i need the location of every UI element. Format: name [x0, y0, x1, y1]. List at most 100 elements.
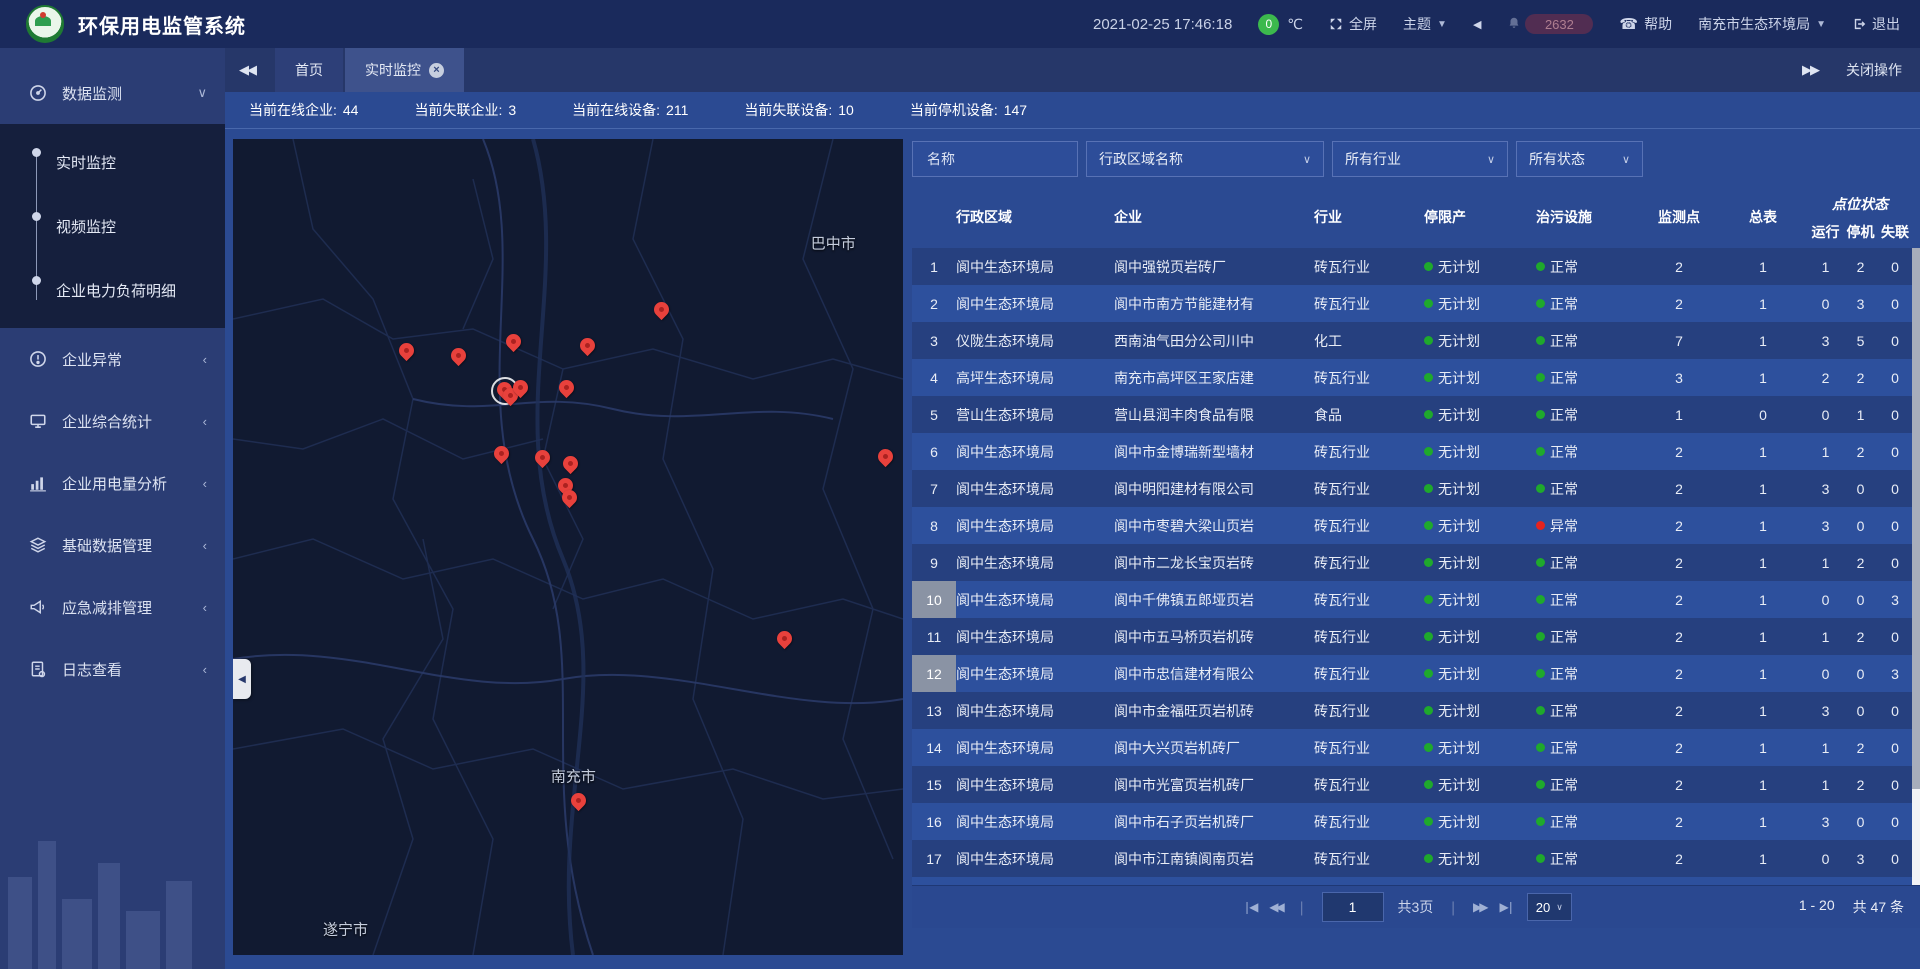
row-facility-text: 正常 [1550, 849, 1578, 869]
map-marker-shape [559, 487, 580, 508]
page-number-input[interactable] [1322, 892, 1384, 922]
table-header-cell: 停限产 [1424, 186, 1536, 248]
chart-icon [28, 474, 48, 492]
map-marker-pin[interactable] [563, 456, 579, 472]
sidebar-section-button[interactable]: 企业异常‹ [0, 328, 225, 390]
table-row[interactable]: 6阆中生态环境局阆中市金博瑞新型墙材砖瓦行业无计划正常21120 [912, 433, 1920, 470]
org-dropdown[interactable]: 南充市生态环境局 ▼ [1698, 14, 1826, 34]
stat-label: 当前失联企业: [414, 102, 502, 118]
table-row[interactable]: 15阆中生态环境局阆中市光富页岩机砖厂砖瓦行业无计划正常21120 [912, 766, 1920, 803]
close-operations-dropdown[interactable]: 关闭操作 [1846, 60, 1902, 80]
map-marker-pin[interactable] [451, 348, 467, 364]
last-page-button[interactable]: ▶❘ [1500, 900, 1513, 914]
sidebar-subitem-button[interactable]: 视频监控 [0, 194, 225, 258]
row-limit-text: 无计划 [1438, 516, 1480, 536]
tab-item[interactable]: 首页 [275, 48, 343, 92]
sidebar-section-button[interactable]: 企业综合统计‹ [0, 390, 225, 452]
collapse-announcement-button[interactable]: ◀ [1473, 18, 1481, 31]
chevron-down-icon: ∨ [1622, 153, 1630, 166]
row-limit-cell: 无计划 [1424, 729, 1536, 766]
map-marker-pin[interactable] [878, 449, 894, 465]
table-row[interactable]: 7阆中生态环境局阆中明阳建材有限公司砖瓦行业无计划正常21300 [912, 470, 1920, 507]
tab-close-icon[interactable]: × [429, 63, 444, 78]
map-marker-pin[interactable] [777, 631, 793, 647]
table-row[interactable]: 14阆中生态环境局阆中大兴页岩机砖厂砖瓦行业无计划正常21120 [912, 729, 1920, 766]
row-lost-cell: 0 [1878, 840, 1912, 877]
row-industry-cell: 砖瓦行业 [1314, 470, 1424, 507]
sidebar-section-button[interactable]: 基础数据管理‹ [0, 514, 225, 576]
table-row[interactable]: 1阆中生态环境局阆中强锐页岩砖厂砖瓦行业无计划正常21120 [912, 248, 1920, 285]
map-marker-pin[interactable] [571, 793, 587, 809]
page-size-select[interactable]: 20 ∨ [1527, 893, 1572, 921]
map-marker-pin[interactable] [562, 490, 578, 506]
status-dot-green-icon [1536, 669, 1545, 678]
map-marker-pin[interactable] [580, 338, 596, 354]
table-row[interactable]: 11阆中生态环境局阆中市五马桥页岩机砖砖瓦行业无计划正常21120 [912, 618, 1920, 655]
sidebar-section-button[interactable]: 日志查看‹ [0, 638, 225, 700]
row-limit-text: 无计划 [1438, 368, 1480, 388]
region-filter-value: 行政区域名称 [1099, 149, 1183, 169]
table-row[interactable]: 13阆中生态环境局阆中市金福旺页岩机砖砖瓦行业无计划正常21300 [912, 692, 1920, 729]
map-marker-pin[interactable] [535, 450, 551, 466]
row-meter-cell: 1 [1718, 729, 1808, 766]
table-row[interactable]: 8阆中生态环境局阆中市枣碧大梁山页岩砖瓦行业无计划异常21300 [912, 507, 1920, 544]
map-marker-pin[interactable] [654, 302, 670, 318]
status-dot-green-icon [1424, 336, 1433, 345]
region-filter-select[interactable]: 行政区域名称 ∨ [1086, 141, 1324, 177]
map-marker-pin[interactable] [399, 343, 415, 359]
industry-filter-select[interactable]: 所有行业 ∨ [1332, 141, 1508, 177]
map-marker-pin[interactable] [506, 334, 522, 350]
sidebar-collapse-handle[interactable]: ◀ [233, 659, 251, 699]
table-row[interactable]: 17阆中生态环境局阆中市江南镇阆南页岩砖瓦行业无计划正常21030 [912, 840, 1920, 877]
temperature-badge: 0 [1258, 14, 1279, 35]
table-row[interactable]: 10阆中生态环境局阆中千佛镇五郎垭页岩砖瓦行业无计划正常21003 [912, 581, 1920, 618]
sidebar-section-button[interactable]: 企业用电量分析‹ [0, 452, 225, 514]
row-industry-cell: 砖瓦行业 [1314, 285, 1424, 322]
sidebar-section-button[interactable]: 应急减排管理‹ [0, 576, 225, 638]
fullscreen-button[interactable]: 全屏 [1329, 14, 1377, 34]
sidebar-subitem-button[interactable]: 实时监控 [0, 130, 225, 194]
phone-icon: ☎ [1619, 15, 1638, 33]
sidebar-section-button[interactable]: 数据监测∨ [0, 62, 225, 124]
table-row[interactable]: 4高坪生态环境局南充市高坪区王家店建砖瓦行业无计划正常31220 [912, 359, 1920, 396]
table-row[interactable]: 12阆中生态环境局阆中市忠信建材有限公砖瓦行业无计划正常21003 [912, 655, 1920, 692]
status-filter-select[interactable]: 所有状态 ∨ [1516, 141, 1643, 177]
row-industry-cell: 化工 [1314, 877, 1424, 885]
theme-dropdown[interactable]: 主题 ▼ [1403, 14, 1447, 34]
table-scrollbar-thumb[interactable] [1912, 248, 1920, 789]
row-stopped-cell: 2 [1843, 433, 1878, 470]
tab-active[interactable]: 实时监控× [345, 48, 464, 92]
sidebar-subitem-button[interactable]: 企业电力负荷明细 [0, 258, 225, 322]
table-header-cell: 企业 [1114, 186, 1314, 248]
sidebar-submenu: 实时监控视频监控企业电力负荷明细 [0, 124, 225, 328]
table-row[interactable]: 18南部生态环境局南部县砖瓦建材有限公化工无计划正常20020 [912, 877, 1920, 885]
prev-page-button[interactable]: ◀◀ [1269, 900, 1281, 914]
row-limit-cell: 无计划 [1424, 692, 1536, 729]
first-page-button[interactable]: ❘◀ [1242, 900, 1255, 914]
table-row[interactable]: 16阆中生态环境局阆中市石子页岩机砖厂砖瓦行业无计划正常21300 [912, 803, 1920, 840]
row-monitor-cell: 2 [1640, 248, 1718, 285]
tabs-scroll-left-button[interactable]: ◀◀ [225, 62, 269, 78]
map-marker-pin[interactable] [559, 380, 575, 396]
table-row[interactable]: 2阆中生态环境局阆中市南方节能建材有砖瓦行业无计划正常21030 [912, 285, 1920, 322]
table-row[interactable]: 9阆中生态环境局阆中市二龙长宝页岩砖砖瓦行业无计划正常21120 [912, 544, 1920, 581]
next-page-button[interactable]: ▶▶ [1473, 900, 1485, 914]
row-meter-cell: 0 [1718, 877, 1808, 885]
table-scrollbar[interactable] [1912, 248, 1920, 885]
name-filter-input[interactable] [925, 150, 1065, 168]
status-dot-green-icon [1424, 262, 1433, 271]
row-region-cell: 阆中生态环境局 [956, 655, 1114, 692]
sidebar: 数据监测∨实时监控视频监控企业电力负荷明细企业异常‹企业综合统计‹企业用电量分析… [0, 48, 225, 969]
map-marker-pin[interactable] [494, 446, 510, 462]
tabs-scroll-right-button[interactable]: ▶▶ [1788, 62, 1832, 78]
table-row[interactable]: 5营山生态环境局营山县润丰肉食品有限食品无计划正常10010 [912, 396, 1920, 433]
notifications[interactable]: 2632 [1507, 14, 1593, 34]
row-industry-cell: 砖瓦行业 [1314, 581, 1424, 618]
help-button[interactable]: ☎ 帮助 [1619, 14, 1672, 34]
map-marker-pin[interactable] [513, 380, 529, 396]
row-run-cell: 2 [1808, 359, 1843, 396]
table-row[interactable]: 3仪陇生态环境局西南油气田分公司川中化工无计划正常71350 [912, 322, 1920, 359]
status-dot-green-icon [1424, 595, 1433, 604]
logout-button[interactable]: 退出 [1852, 14, 1900, 34]
map-panel[interactable]: 巴中市南充市遂宁市 ◀ [233, 139, 903, 955]
